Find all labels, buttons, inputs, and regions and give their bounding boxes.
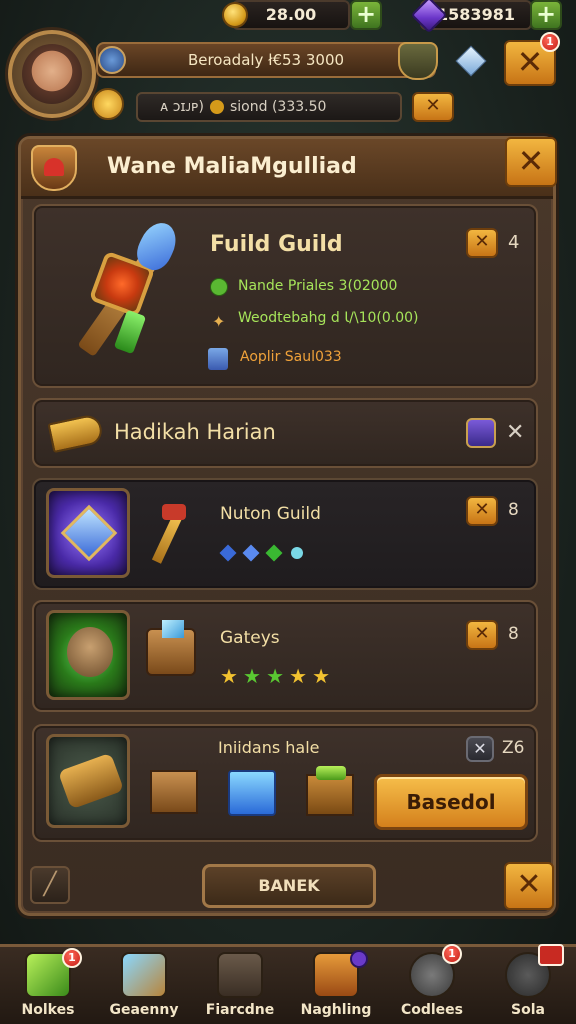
guild-line-3: Aoplir Saul033: [240, 349, 342, 365]
nav-label: Naghling: [300, 1002, 372, 1018]
reward-gems: [219, 544, 304, 563]
crate-weapon-icon: [150, 770, 198, 814]
star-icon: ★: [266, 664, 284, 688]
hammer-icon: [146, 504, 186, 566]
star-icon: ★: [312, 664, 331, 688]
crystal-icon: [455, 45, 487, 77]
status-left-text: ᴀ ɔɪᴊᴘ): [160, 99, 204, 115]
hero-portrait-icon: [46, 610, 130, 700]
guild-title: Fuild Guild: [210, 232, 343, 257]
add-gems-button[interactable]: +: [530, 0, 562, 30]
avatar-portrait: [22, 44, 82, 104]
player-avatar[interactable]: [8, 30, 96, 118]
row-title: Nuton Guild: [220, 504, 321, 524]
shield-icon[interactable]: [398, 42, 438, 80]
panel-title: Wane MaliaMgulliad: [107, 154, 357, 179]
blue-gem-icon: [219, 544, 237, 562]
weapon-icon: [50, 212, 190, 372]
nav-label: Geaenny: [109, 1002, 179, 1018]
daily-section-header: Hadikah Harian ✕: [32, 398, 538, 468]
gold-counter: 28.00: [232, 0, 350, 30]
gem-badge-icon: [350, 950, 368, 968]
star-icon: ★: [289, 664, 308, 688]
nav-label: Nolkes: [21, 1002, 75, 1018]
panel-close-button[interactable]: ✕: [505, 137, 557, 187]
list-item[interactable]: Iniidans hale ✕ Z6 Basedol: [32, 724, 538, 842]
horn-icon: [47, 412, 105, 454]
edit-icon[interactable]: ╱: [30, 866, 70, 904]
row-count: 8: [508, 624, 519, 644]
lightning-icon: [92, 88, 124, 120]
footer-close-button[interactable]: ✕: [504, 862, 554, 910]
row-title: Iniidans hale: [218, 738, 320, 757]
star-icon: ★: [220, 664, 238, 688]
green-gem-icon: [265, 544, 283, 562]
frame-icon: [217, 952, 263, 998]
guild-line-1: Nande Priales 3(02000: [238, 278, 398, 294]
nav-label: Sola: [511, 1002, 545, 1018]
key-icon: ✦: [212, 312, 226, 331]
gold-coin-icon: [210, 100, 224, 114]
mail-badge-icon: [538, 944, 564, 966]
nav-item-codlees[interactable]: 1 Codlees: [384, 944, 480, 1024]
chest-icon: [146, 620, 196, 676]
blue-gem-icon: [242, 544, 260, 562]
nav-item-geaenny[interactable]: Geaenny: [96, 950, 192, 1024]
nav-item-nolkes[interactable]: 1 Nolkes: [0, 948, 96, 1024]
notification-badge: 1: [540, 32, 560, 52]
star-icon: ★: [243, 664, 261, 688]
row-count: Z6: [502, 738, 525, 758]
panel-header: Wane MaliaMgulliad ✕: [21, 137, 557, 199]
player-status-bar: ᴀ ɔɪᴊᴘ) siond (333.50: [136, 92, 402, 122]
row-count: 8: [508, 500, 519, 520]
scroll-icon: [208, 348, 228, 370]
guild-line-2: Weodtebahg d Ɩ/\10(0.00): [238, 310, 419, 326]
section-title: Hadikah Harian: [114, 420, 276, 444]
nav-label: Fiarcdne: [205, 1002, 275, 1018]
row-close-button[interactable]: ✕: [466, 496, 498, 526]
section-close-icon[interactable]: ✕: [506, 420, 524, 445]
crystal-emblem-icon: [46, 488, 130, 578]
teal-gem-icon: [291, 547, 304, 559]
player-name-bar: Beroadaly ł€53 3000: [96, 42, 436, 78]
list-item[interactable]: Gateys ★ ★ ★ ★ ★ ✕ 8: [32, 600, 538, 712]
heart-crest-icon: [31, 145, 77, 191]
crate-gems-icon: [306, 766, 354, 816]
guild-count: 4: [508, 232, 520, 253]
crate-blue-icon: [228, 770, 276, 816]
star-rating: ★ ★ ★ ★ ★: [220, 666, 330, 687]
add-gold-button[interactable]: +: [350, 0, 382, 30]
player-name: Beroadaly ł€53 3000: [187, 51, 345, 69]
row-close-button[interactable]: ✕: [466, 736, 494, 762]
nav-badge: 1: [62, 948, 82, 968]
cannon-icon: [46, 734, 130, 828]
rank-badge-icon: [98, 46, 126, 74]
nav-badge: 1: [442, 944, 462, 964]
nav-item-sola[interactable]: Sola: [480, 944, 576, 1024]
status-close-button[interactable]: ✕: [412, 92, 454, 122]
claim-button[interactable]: Basedol: [374, 774, 528, 830]
nav-label: Codlees: [400, 1002, 464, 1018]
bank-button[interactable]: BANEK: [202, 864, 376, 908]
status-right-text: siond (333.50: [230, 99, 327, 115]
guild-info-card: Fuild Guild ✕ 4 Nande Priales 3(02000 ✦ …: [32, 204, 538, 388]
check-icon: [210, 278, 228, 296]
guild-close-button[interactable]: ✕: [466, 228, 498, 258]
gold-amount: 28.00: [265, 5, 317, 24]
map-icon: [121, 952, 167, 998]
gold-coin-icon: [222, 2, 248, 28]
row-close-button[interactable]: ✕: [466, 620, 498, 650]
nav-item-fiarcdne[interactable]: Fiarcdne: [192, 950, 288, 1024]
row-title: Gateys: [220, 628, 280, 648]
nav-item-naghling[interactable]: Naghling: [288, 950, 384, 1024]
info-icon[interactable]: [466, 418, 496, 448]
list-item[interactable]: Nuton Guild ✕ 8: [32, 478, 538, 590]
